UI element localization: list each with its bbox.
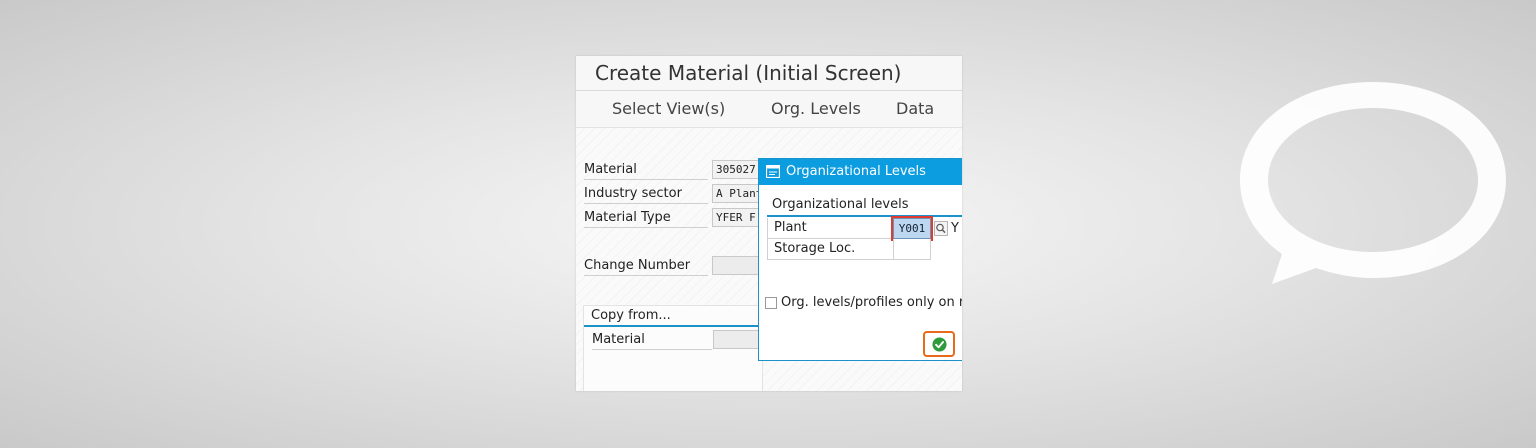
org-levels-only-label: Org. levels/profiles only on r <box>781 295 962 310</box>
org-levels-group-header: Organizational levels <box>772 197 909 212</box>
change-number-label: Change Number <box>584 256 708 276</box>
industry-sector-label: Industry sector <box>584 184 708 204</box>
speech-bubble-icon <box>1240 82 1506 284</box>
copy-from-divider <box>584 325 762 327</box>
plant-input[interactable]: Y001 <box>893 218 931 239</box>
title-bar: Create Material (Initial Screen) <box>576 56 962 91</box>
group-divider <box>767 215 962 217</box>
copy-material-label: Material <box>592 330 712 350</box>
plant-label: Plant <box>767 218 893 239</box>
continue-button[interactable] <box>923 331 955 357</box>
application-toolbar: Select View(s) Org. Levels Data <box>576 91 962 128</box>
search-help-icon[interactable] <box>934 221 948 236</box>
copy-from-title: Copy from... <box>591 308 671 323</box>
copy-from-group: Copy from... Material <box>583 305 763 391</box>
dialog-title-bar[interactable]: Organizational Levels <box>759 159 962 185</box>
storage-loc-input[interactable] <box>893 239 931 260</box>
org-levels-dialog: Organizational Levels Organizational lev… <box>758 158 962 361</box>
org-levels-only-checkbox[interactable] <box>765 297 777 309</box>
data-button[interactable]: Data <box>896 99 934 118</box>
checkmark-circle-icon <box>932 337 947 352</box>
material-label: Material <box>584 160 708 180</box>
dialog-title: Organizational Levels <box>786 164 926 179</box>
plant-description: Y <box>951 221 959 236</box>
select-views-button[interactable]: Select View(s) <box>612 99 725 118</box>
storage-loc-label: Storage Loc. <box>767 239 893 260</box>
dialog-window-icon <box>766 165 780 178</box>
window-title: Create Material (Initial Screen) <box>595 61 902 85</box>
copy-material-input[interactable] <box>713 330 761 349</box>
material-type-label: Material Type <box>584 208 708 228</box>
org-levels-button[interactable]: Org. Levels <box>771 99 861 118</box>
